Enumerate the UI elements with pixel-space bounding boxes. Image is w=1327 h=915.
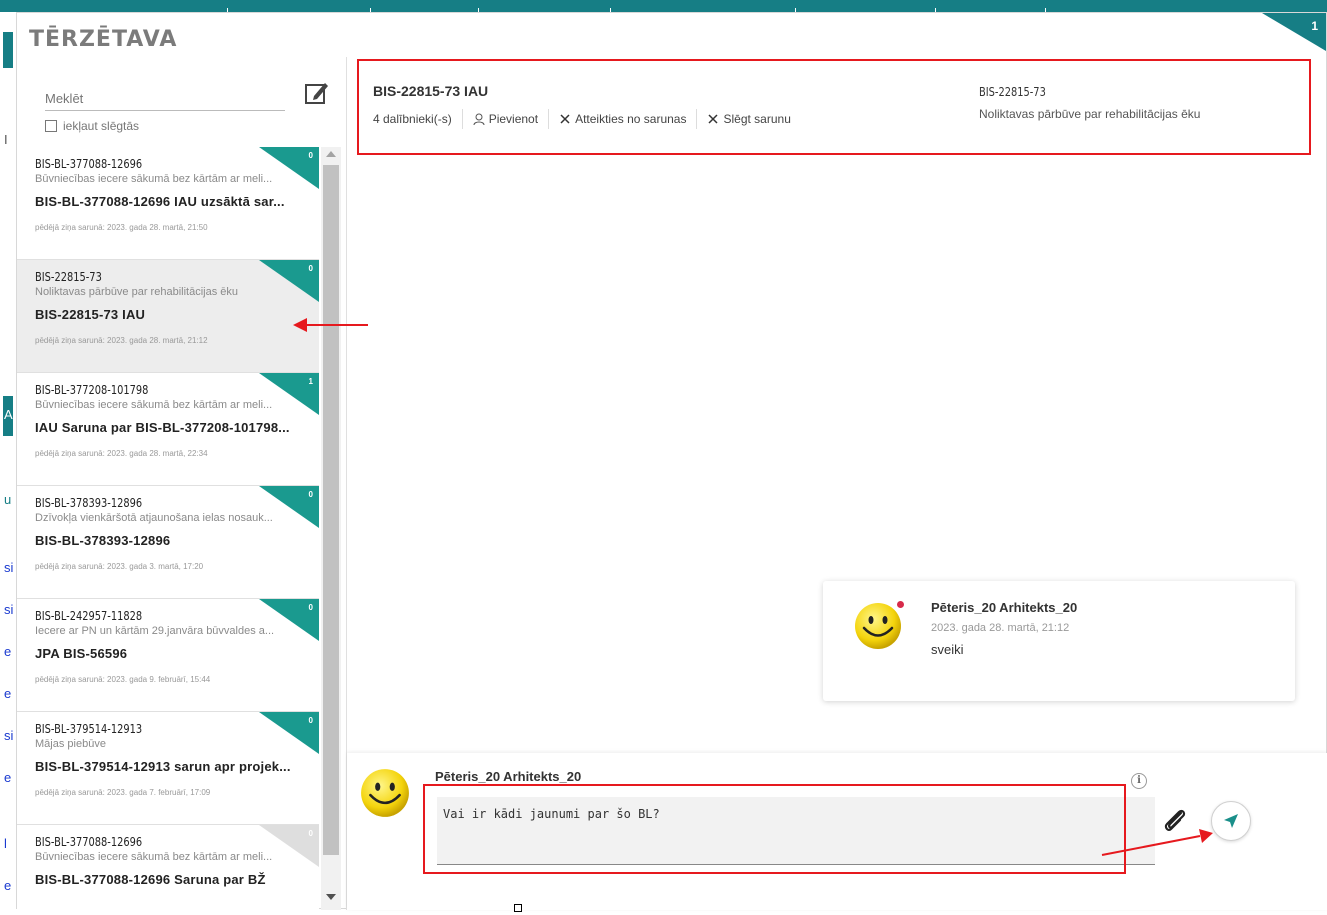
conversation-item[interactable]: BIS-BL-377088-12696 Būvniecības iecere s…: [17, 825, 319, 910]
message-author: Pēteris_20 Arhitekts_20: [931, 600, 1078, 615]
background-link: si: [4, 728, 14, 743]
conversation-last-message: pēdējā ziņa sarunā: 2023. gada 3. martā,…: [35, 562, 204, 571]
paperclip-icon[interactable]: [1159, 805, 1191, 837]
background-link: e: [4, 770, 12, 785]
conversation-item[interactable]: BIS-22815-73 Noliktavas pārbūve par reha…: [17, 260, 319, 373]
conversation-last-message: pēdējā ziņa sarunā: 2023. gada 28. martā…: [35, 336, 208, 345]
unread-badge: 1: [259, 373, 319, 415]
unread-badge-count: 0: [308, 603, 313, 612]
composer-author: Pēteris_20 Arhitekts_20: [435, 769, 582, 784]
unread-badge-count: 0: [308, 151, 313, 160]
conversation-description: Noliktavas pārbūve par rehabilitācijas ē…: [35, 286, 238, 298]
scroll-down-arrow-icon[interactable]: [326, 894, 336, 900]
window-title: TĒRZĒTAVA: [29, 27, 178, 52]
conversation-item[interactable]: BIS-BL-242957-11828 Iecere ar PN un kārt…: [17, 599, 319, 712]
send-arrow-icon: [1224, 814, 1238, 828]
background-link: e: [4, 878, 12, 893]
conversation-title: IAU Saruna par BIS-BL-377208-101798...: [35, 420, 290, 435]
conversation-item[interactable]: BIS-BL-378393-12896 Dzīvokļa vienkāršotā…: [17, 486, 319, 599]
conversation-title: BIS-BL-377088-12696 IAU uzsāktā sar...: [35, 194, 285, 209]
message-bubble: Pēteris_20 Arhitekts_20 2023. gada 28. m…: [823, 581, 1295, 701]
search-input[interactable]: [45, 87, 285, 111]
conversation-sidebar: iekļaut slēgtās BIS-BL-377088-12696 Būvn…: [17, 57, 347, 910]
annotation-box: [423, 784, 1126, 874]
conversation-title: BIS-22815-73 IAU: [35, 307, 146, 322]
background-link: si: [4, 560, 14, 575]
conversation-code: BIS-BL-377208-101798: [35, 383, 149, 397]
resize-handle[interactable]: [514, 904, 522, 912]
conversation-code: BIS-BL-378393-12896: [35, 496, 143, 510]
scrollbar-thumb[interactable]: [323, 165, 339, 855]
online-status-dot: [897, 601, 904, 608]
background-text: A: [4, 407, 13, 422]
unread-badge-count: 1: [308, 377, 313, 386]
unread-badge-count: 0: [308, 264, 313, 273]
scroll-up-arrow-icon[interactable]: [326, 151, 336, 157]
conversation-list: BIS-BL-377088-12696 Būvniecības iecere s…: [17, 147, 319, 910]
unread-badge-count: 0: [308, 829, 313, 838]
background-tab: [3, 32, 13, 68]
background-text: u: [4, 492, 12, 507]
info-icon[interactable]: i: [1131, 773, 1147, 789]
background-link: e: [4, 644, 12, 659]
conversation-description: Iecere ar PN un kārtām 29.janvāra būvval…: [35, 625, 275, 637]
unread-badge: 0: [259, 599, 319, 641]
conversation-description: Būvniecības iecere sākumā bez kārtām ar …: [35, 399, 273, 411]
unread-badge: 0: [259, 260, 319, 302]
include-closed-toggle[interactable]: iekļaut slēgtās: [45, 119, 139, 133]
conversation-code: BIS-BL-377088-12696: [35, 157, 143, 171]
conversation-title: BIS-BL-378393-12896: [35, 533, 171, 548]
conversation-list-scrollbar[interactable]: [321, 147, 341, 910]
background-link: si: [4, 602, 14, 617]
conversation-code: BIS-BL-379514-12913: [35, 722, 143, 736]
include-closed-label: iekļaut slēgtās: [63, 119, 140, 133]
smiley-avatar-icon: [855, 603, 901, 649]
conversation-item[interactable]: BIS-BL-377088-12696 Būvniecības iecere s…: [17, 147, 319, 260]
conversation-item[interactable]: BIS-BL-377208-101798 Būvniecības iecere …: [17, 373, 319, 486]
conversation-code: BIS-BL-242957-11828: [35, 609, 143, 623]
unread-badge-count: 0: [308, 490, 313, 499]
conversation-code: BIS-BL-377088-12696: [35, 835, 143, 849]
conversation-description: Būvniecības iecere sākumā bez kārtām ar …: [35, 851, 273, 863]
conversation-code: BIS-22815-73: [35, 270, 102, 284]
conversation-title: BIS-BL-377088-12696 Saruna par BŽ: [35, 872, 266, 887]
background-link: l: [4, 836, 7, 851]
background-link: e: [4, 686, 12, 701]
conversation-last-message: pēdējā ziņa sarunā: 2023. gada 9. februā…: [35, 675, 211, 684]
conversation-last-message: pēdējā ziņa sarunā: 2023. gada 28. martā…: [35, 223, 208, 232]
annotation-box: [357, 59, 1311, 155]
send-button[interactable]: [1211, 801, 1251, 841]
unread-corner-badge: 1: [1262, 13, 1326, 51]
unread-badge: 0: [259, 825, 319, 867]
unread-badge: 0: [259, 486, 319, 528]
conversation-description: Dzīvokļa vienkāršotā atjaunošana ielas n…: [35, 512, 273, 524]
message-text: sveiki: [931, 642, 964, 657]
conversation-title: JPA BIS-56596: [35, 646, 128, 661]
message-time: 2023. gada 28. martā, 21:12: [931, 622, 1070, 634]
background-page: I A u si si e e si e l e: [0, 12, 16, 915]
unread-count: 1: [1311, 19, 1318, 33]
conversation-description: Mājas piebūve: [35, 738, 106, 750]
smiley-avatar-icon: [361, 769, 409, 817]
conversation-title: BIS-BL-379514-12913 sarun apr projek...: [35, 759, 291, 774]
unread-badge-count: 0: [308, 716, 313, 725]
unread-badge: 0: [259, 147, 319, 189]
unread-badge: 0: [259, 712, 319, 754]
conversation-last-message: pēdējā ziņa sarunā: 2023. gada 7. februā…: [35, 788, 211, 797]
new-conversation-icon[interactable]: [303, 79, 331, 107]
conversation-description: Būvniecības iecere sākumā bez kārtām ar …: [35, 173, 273, 185]
conversation-last-message: pēdējā ziņa sarunā: 2023. gada 28. martā…: [35, 449, 208, 458]
background-header-bar: [0, 0, 1327, 12]
conversation-item[interactable]: BIS-BL-379514-12913 Mājas piebūve BIS-BL…: [17, 712, 319, 825]
background-text: I: [4, 132, 8, 147]
include-closed-checkbox[interactable]: [45, 120, 57, 132]
